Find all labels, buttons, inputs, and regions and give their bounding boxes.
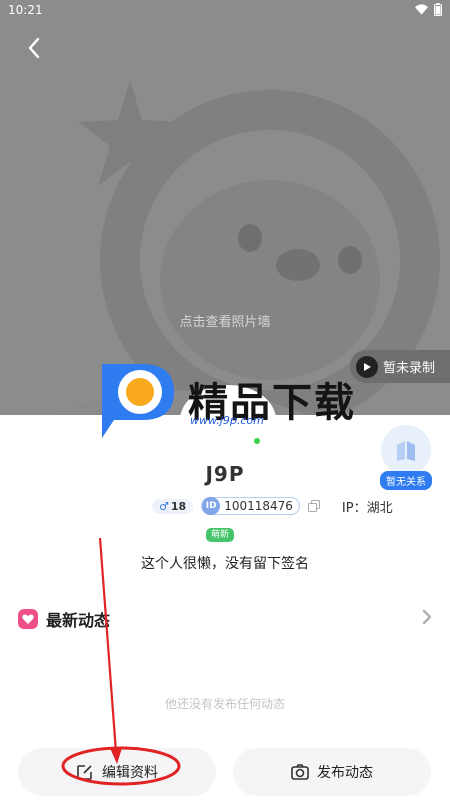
moments-title: 最新动态	[46, 611, 111, 630]
play-icon	[356, 355, 378, 378]
status-bar: 10:21	[0, 0, 450, 22]
logo-mark-icon	[102, 364, 174, 438]
bottom-action-bar: 编辑资料 发布动态	[0, 748, 450, 800]
edit-icon	[77, 765, 92, 780]
signature: 这个人很懒，没有留下签名	[141, 556, 309, 572]
user-id-badge: ID 100118476	[201, 497, 300, 515]
camera-icon	[291, 764, 309, 780]
wifi-icon	[415, 4, 428, 15]
newbie-tag: 萌新	[206, 528, 235, 542]
watermark-url: www.j9p.com	[190, 414, 264, 427]
post-moment-label: 发布动态	[317, 765, 373, 781]
profile-meta-row: ♂ 18 ID 100118476 IP：湖北	[152, 496, 393, 516]
voice-record-button[interactable]: 暂未录制	[350, 350, 450, 383]
id-tag: ID	[202, 497, 221, 515]
nickname: J9P	[205, 462, 245, 486]
male-icon: ♂	[159, 499, 169, 513]
status-time: 10:21	[8, 3, 43, 17]
battery-icon	[434, 3, 442, 16]
heart-icon	[18, 609, 38, 629]
age-value: 18	[170, 499, 187, 513]
chevron-right-icon[interactable]	[422, 609, 432, 629]
edit-profile-label: 编辑资料	[102, 765, 158, 781]
moments-empty-hint: 他还没有发布任何动态	[164, 697, 285, 711]
edit-profile-button[interactable]: 编辑资料	[18, 748, 216, 796]
photo-wall-header[interactable]: 10:21 点击查看照片墙 暂未录制	[0, 0, 450, 420]
moments-section-header[interactable]: 最新动态	[18, 605, 432, 633]
photo-wall-hint[interactable]: 点击查看照片墙	[0, 311, 450, 330]
chevron-left-icon	[28, 37, 40, 59]
back-button[interactable]	[20, 34, 48, 62]
watermark-logo: 精品下载 www.j9p.com	[98, 358, 358, 442]
user-id-value: 100118476	[224, 499, 293, 513]
age-badge: ♂ 18	[152, 498, 194, 514]
copy-icon[interactable]	[307, 500, 320, 512]
ip-location: IP：湖北	[341, 500, 393, 516]
status-icons	[415, 3, 442, 16]
post-moment-button[interactable]: 发布动态	[233, 748, 431, 796]
record-label: 暂未录制	[383, 361, 436, 376]
